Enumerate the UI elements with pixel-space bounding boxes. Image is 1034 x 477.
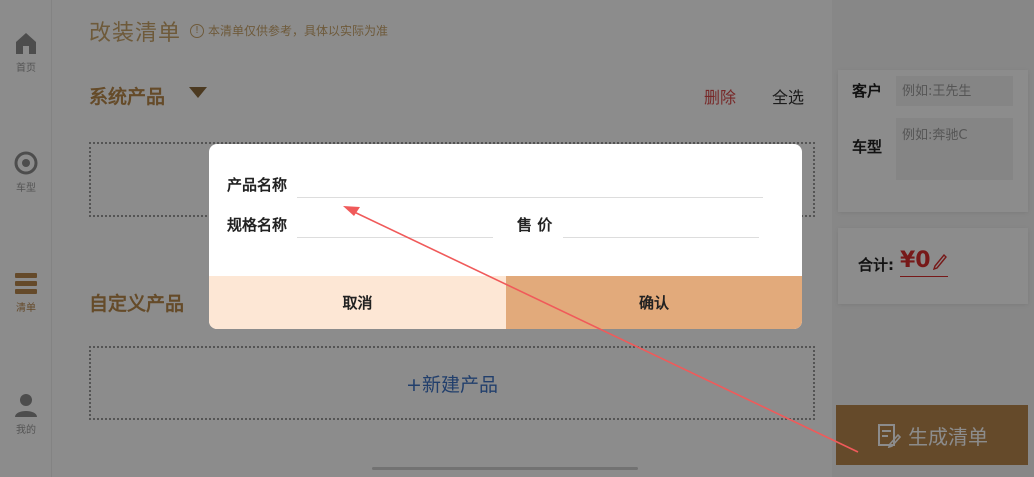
confirm-button[interactable]: 确认 <box>506 276 802 329</box>
cancel-button[interactable]: 取消 <box>209 276 506 329</box>
product-name-input[interactable] <box>297 170 763 198</box>
product-name-label: 产品名称 <box>227 176 288 194</box>
spec-name-label: 规格名称 <box>227 216 288 234</box>
price-label: 售 价 <box>517 216 553 234</box>
app-root: 首页 车型 清单 我的 改装清单 ! 本清单仅供参考，具体以实际为准 系统产品 … <box>0 0 1034 477</box>
spec-name-input[interactable] <box>297 210 493 238</box>
add-product-dialog: 产品名称 规格名称 售 价 取消 确认 <box>209 144 802 329</box>
price-input[interactable] <box>563 210 759 238</box>
